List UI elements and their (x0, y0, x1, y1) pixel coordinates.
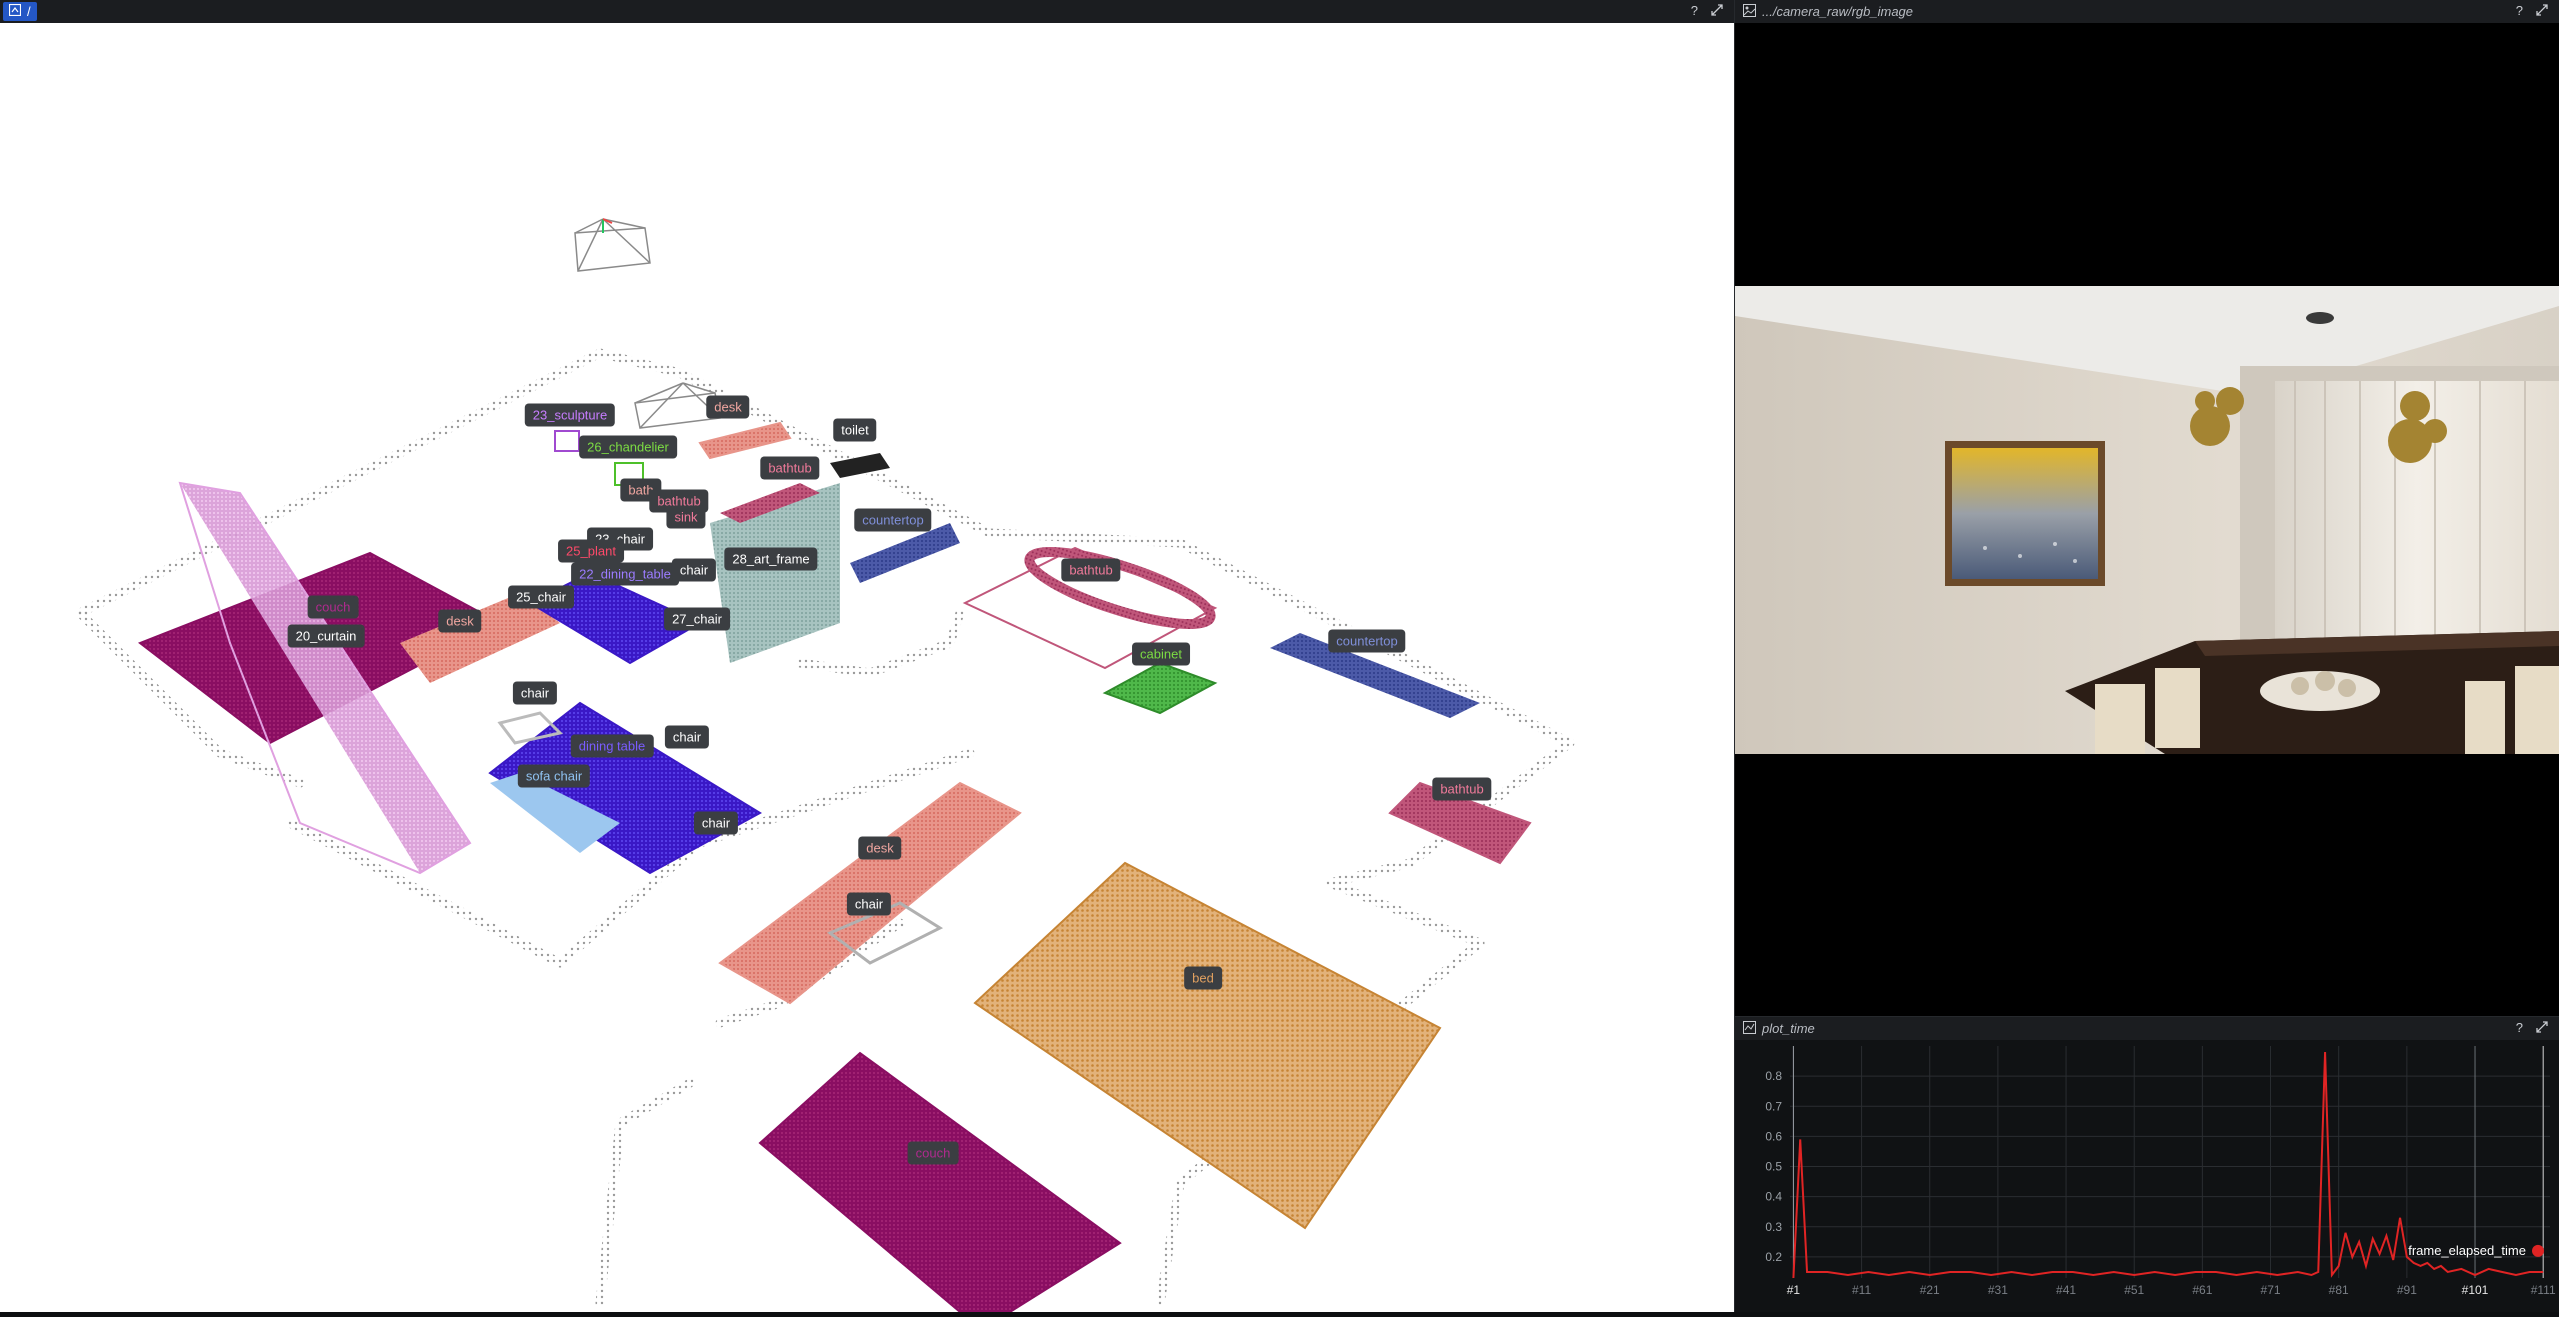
entity-label[interactable]: 25_chair (508, 585, 574, 609)
entity-label[interactable]: 28_art_frame (724, 547, 818, 571)
legend-swatch (2532, 1244, 2544, 1257)
viewer-3d-header: / ? (0, 0, 1734, 23)
plot-canvas: 0.8 0.7 0.6 0.5 0.4 0.3 0.2 #1 #11 #21 #31 #41 #51 #6… (1765, 1046, 2556, 1297)
x-tick-label: #101 (2462, 1283, 2489, 1297)
entity-label[interactable]: bathtub (1061, 558, 1121, 582)
desk-top-bbox (698, 421, 792, 460)
maximize-icon[interactable] (2535, 1020, 2549, 1037)
bathtub-mid-cloud (1024, 546, 1216, 630)
maximize-icon[interactable] (1710, 3, 1724, 20)
entity-label[interactable]: sink (666, 505, 706, 529)
help-icon[interactable]: ? (2516, 3, 2523, 20)
camera-frustum-top (574, 218, 651, 272)
entity-label[interactable]: countertop (1328, 629, 1406, 653)
entity-label[interactable]: sofa chair (517, 764, 591, 788)
y-tick-label: 0.8 (1765, 1069, 1782, 1083)
bed-cloud (973, 861, 1442, 1230)
x-tick-label: #31 (1988, 1283, 2008, 1297)
maximize-icon[interactable] (2535, 3, 2549, 20)
plot-icon (1743, 1020, 1756, 1037)
entity-label[interactable]: chair (846, 892, 892, 916)
image-panel-title: .../camera_raw/rgb_image (1762, 4, 1914, 19)
entity-label[interactable]: 20_curtain (287, 624, 365, 648)
image-icon (1743, 3, 1756, 20)
entity-label[interactable]: chair (512, 681, 558, 705)
y-tick-label: 0.3 (1765, 1220, 1782, 1234)
entity-label[interactable]: chair (664, 725, 710, 749)
entity-label[interactable]: desk (706, 395, 750, 419)
y-tick-label: 0.4 (1765, 1190, 1782, 1204)
countertop-top-cloud (850, 523, 960, 583)
entity-label[interactable]: dining table (570, 734, 654, 758)
image-panel-header: .../camera_raw/rgb_image ? (1735, 0, 2559, 23)
x-tick-label: #111 (2531, 1283, 2556, 1297)
scene-drawing (75, 218, 1575, 1312)
x-tick-label: #71 (2261, 1283, 2281, 1297)
3d-view-icon (8, 3, 22, 19)
rgb-image-view[interactable] (1735, 23, 2559, 1016)
entity-label[interactable]: 25_plant (558, 539, 624, 563)
couch-bottom-cloud (758, 1051, 1122, 1312)
entity-label[interactable]: desk (858, 836, 902, 860)
entity-label[interactable]: desk (438, 609, 482, 633)
x-tick-label: #91 (2397, 1283, 2417, 1297)
plot-panel-header: plot_time ? (1735, 1017, 2559, 1040)
3d-viewport[interactable]: desk 23_sculpture 26_chandelier toilet batht… (0, 23, 1734, 1312)
entity-label[interactable]: 26_chandelier (579, 435, 677, 459)
plot-panel-title: plot_time (1762, 1021, 1815, 1036)
entity-label[interactable]: 27_chair (664, 607, 730, 631)
entity-label[interactable]: chair (671, 558, 717, 582)
x-tick-label: #81 (2329, 1283, 2349, 1297)
entity-label[interactable]: cabinet (1132, 642, 1190, 666)
legend-label: frame_elapsed_time (2408, 1243, 2526, 1258)
root-entity-badge[interactable]: / (3, 2, 37, 21)
x-tick-label: #41 (2056, 1283, 2076, 1297)
help-icon[interactable]: ? (2516, 1020, 2523, 1037)
help-icon[interactable]: ? (1691, 3, 1698, 20)
cabinet-cloud (1102, 661, 1218, 715)
time-series-plot[interactable]: 0.8 0.7 0.6 0.5 0.4 0.3 0.2 #1 #11 #21 #31 #41 #51 #6… (1735, 1040, 2559, 1312)
entity-label[interactable]: couch (907, 1141, 959, 1165)
entity-label[interactable]: couch (307, 595, 359, 619)
x-tick-label: #61 (2192, 1283, 2212, 1297)
entity-label[interactable]: chair (693, 811, 739, 835)
entity-label[interactable]: bathtub (760, 456, 820, 480)
x-tick-label: #51 (2124, 1283, 2144, 1297)
entity-path: / (27, 4, 31, 19)
entity-label[interactable]: toilet (833, 418, 877, 442)
y-tick-label: 0.7 (1765, 1099, 1782, 1113)
x-tick-label: #21 (1920, 1283, 1940, 1297)
entity-label[interactable]: 23_sculpture (524, 403, 616, 427)
y-tick-label: 0.6 (1765, 1129, 1782, 1143)
rgb-image (1735, 286, 2559, 754)
entity-label[interactable]: bed (1184, 966, 1222, 990)
entity-label[interactable]: countertop (854, 508, 932, 532)
entity-label[interactable]: bathtub (1432, 777, 1492, 801)
x-tick-label: #11 (1852, 1283, 1871, 1297)
sculpture-box (554, 430, 580, 452)
entity-label[interactable]: 22_dining_table (571, 562, 679, 586)
y-tick-label: 0.2 (1765, 1250, 1782, 1264)
x-tick-label: #1 (1787, 1283, 1801, 1297)
y-tick-label: 0.5 (1765, 1160, 1782, 1174)
